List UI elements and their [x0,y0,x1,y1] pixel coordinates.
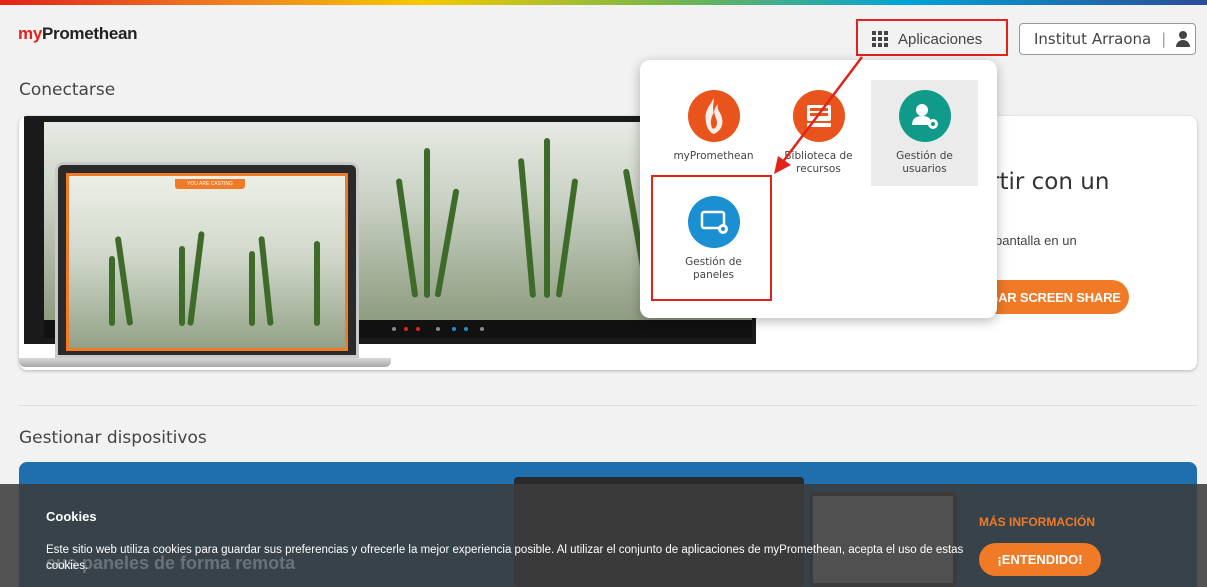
connect-section-title: Conectarse [19,80,116,100]
cookie-banner: sus paneles de forma remota Cookies Este… [0,484,1207,587]
app-label: Gestión de usuarios [896,150,953,175]
app-label: myPromethean [673,150,754,162]
laptop-screen: YOU ARE CASTING [66,173,348,351]
separator: | [1161,30,1167,48]
app-tile-resource-library[interactable]: Biblioteca de recursos [765,80,872,186]
user-gear-icon [898,90,951,142]
user-icon [1176,31,1191,47]
app-tile-user-management[interactable]: Gestión de usuarios [871,80,978,186]
app-label: Biblioteca de recursos [784,150,853,175]
cookie-text: Este sitio web utiliza cookies para guar… [46,544,964,572]
devices-section-title: Gestionar dispositivos [19,428,207,448]
school-name: Institut Arraona [1034,30,1152,48]
section-divider [19,405,1197,406]
accept-cookies-button[interactable]: ¡ENTENDIDO! [979,543,1101,576]
account-menu-button[interactable]: Institut Arraona | [1019,23,1196,55]
annotation-box-panel-management [651,175,772,301]
laptop-image: YOU ARE CASTING [55,162,359,358]
app-tile-mypromethean[interactable]: myPromethean [660,80,767,186]
start-screen-share-button[interactable]: GAR SCREEN SHARE [980,280,1129,314]
annotation-box-applications [856,19,1008,56]
library-icon [792,90,845,142]
flame-icon [687,90,740,142]
promethean-logo[interactable]: myPromethean [18,24,138,44]
casting-badge: YOU ARE CASTING [175,179,245,189]
cookie-title: Cookies [46,509,97,524]
connect-description: pantalla en un [995,233,1077,248]
laptop-base [19,358,391,367]
connect-heading: rtir con un [990,169,1110,195]
more-info-link[interactable]: MÁS INFORMACIÓN [979,515,1095,529]
